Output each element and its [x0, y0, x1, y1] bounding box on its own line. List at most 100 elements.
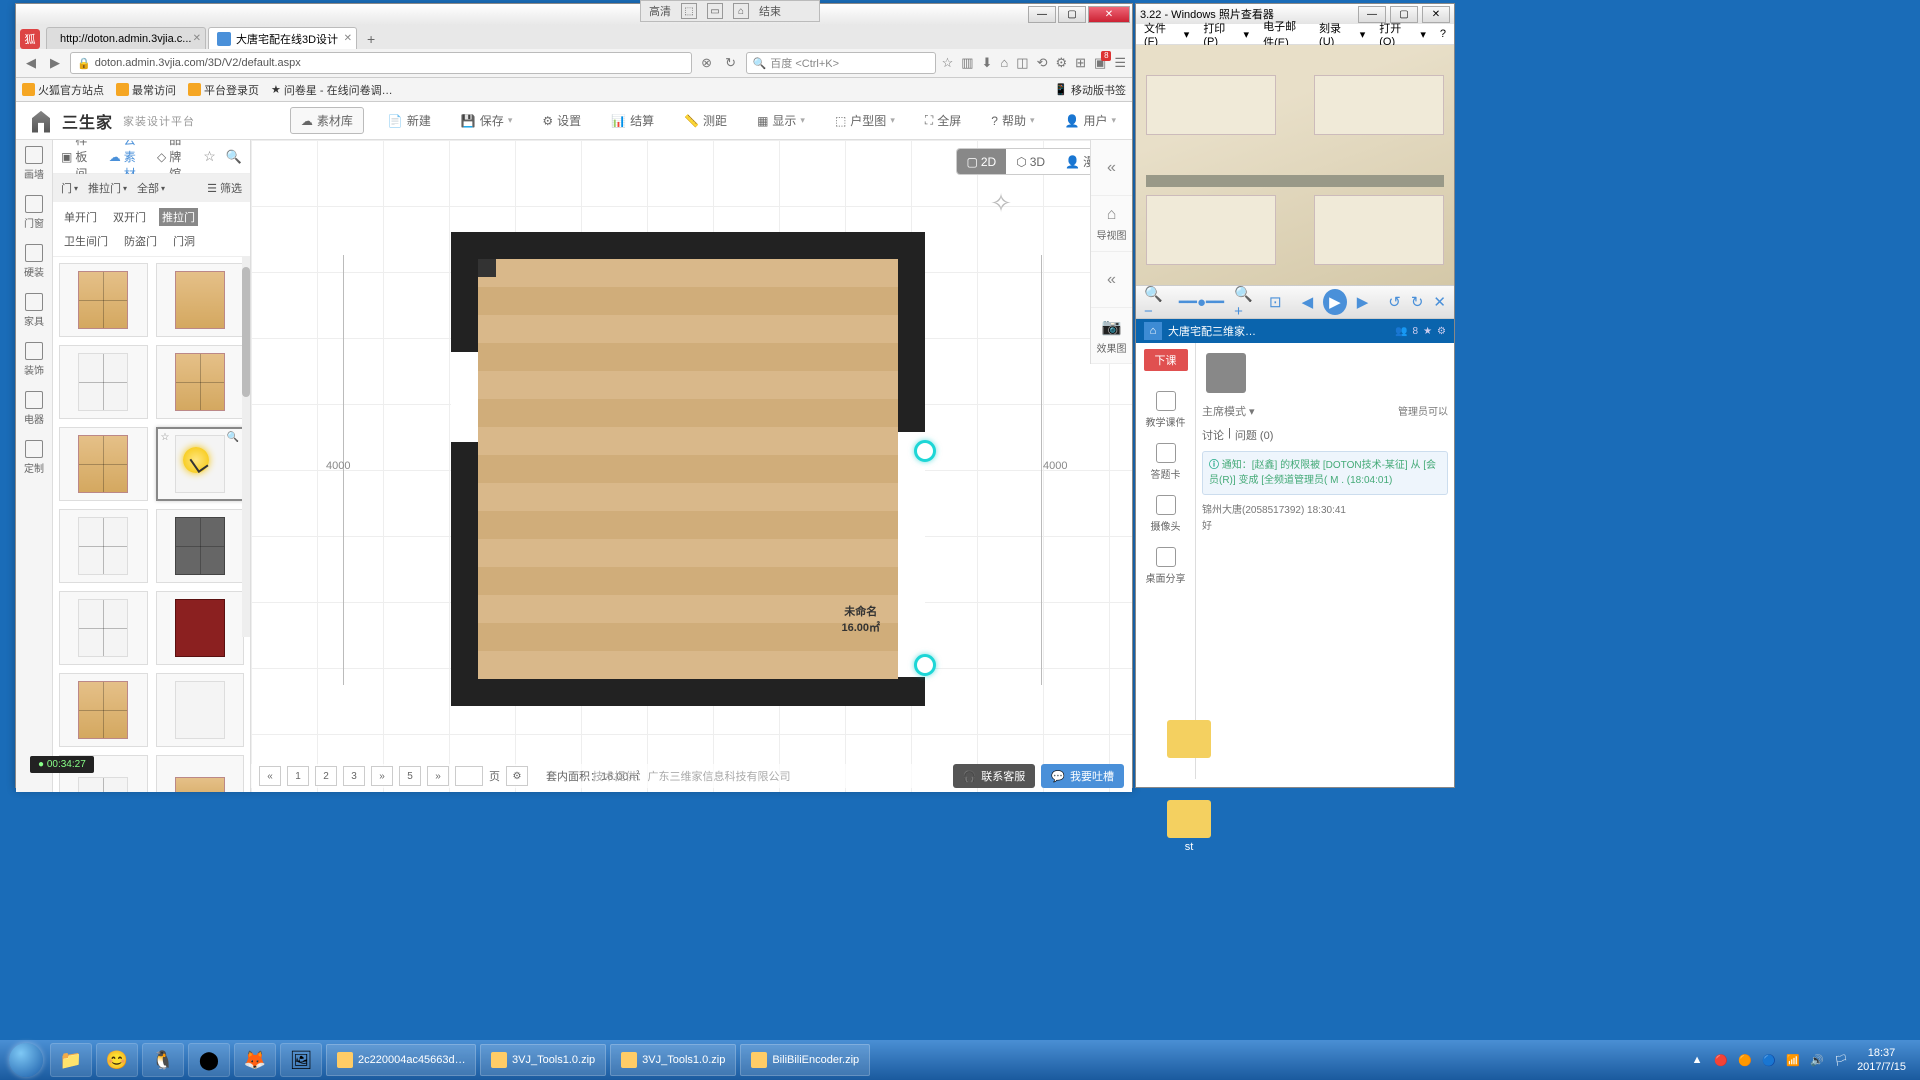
tab-close-icon[interactable]: ✕ — [344, 33, 352, 44]
page-input[interactable]: 5 — [399, 766, 421, 786]
taskbar-item[interactable]: 2c220004ac45663d… — [326, 1044, 476, 1076]
zoom-out-icon[interactable]: 🔍− — [1144, 285, 1169, 320]
bookmark-item[interactable]: ★问卷星 - 在线问卷调… — [271, 82, 393, 98]
contact-button[interactable]: 🎧联系客服 — [953, 764, 1036, 788]
chip-bathroom[interactable]: 卫生间门 — [61, 232, 111, 250]
help-icon[interactable]: ? — [1440, 28, 1446, 40]
search-icon[interactable]: 🔍 — [226, 149, 242, 165]
door-thumb[interactable] — [59, 591, 148, 665]
fit-icon[interactable]: ⊡ — [1269, 293, 1282, 311]
door-thumb[interactable] — [156, 755, 245, 792]
library-button[interactable]: ☁素材库 — [290, 107, 364, 134]
back-button[interactable]: ◀ — [22, 54, 40, 72]
desktop-folder[interactable]: st — [1165, 800, 1213, 853]
door-thumb[interactable] — [59, 345, 148, 419]
devtools-icon[interactable]: ⚙ — [1055, 55, 1067, 71]
settings-icon[interactable]: ⚙ — [1437, 326, 1446, 337]
new-tab-button[interactable]: + — [359, 29, 383, 49]
menu-file[interactable]: 文件(F) — [1144, 20, 1170, 48]
plan-button[interactable]: ⬚户型图▾ — [829, 109, 901, 132]
sc-win-icon[interactable]: ▭ — [707, 3, 723, 19]
next-icon[interactable]: ▶ — [1357, 293, 1369, 311]
filter-slide[interactable]: 推拉门▾ — [88, 180, 127, 196]
scrollbar-handle[interactable] — [242, 267, 250, 397]
menu-burn[interactable]: 刻录(U) — [1319, 20, 1346, 48]
rail-appliance[interactable]: 电器 — [24, 391, 44, 426]
rotate-ccw-icon[interactable]: ↺ — [1388, 293, 1401, 311]
door-thumb[interactable] — [156, 263, 245, 337]
checkout-button[interactable]: 📊结算 — [605, 109, 660, 132]
search-input[interactable]: 🔍 百度 <Ctrl+K> — [746, 52, 936, 74]
rail-hard[interactable]: 硬装 — [24, 244, 44, 279]
addon-icon[interactable]: ⊞ — [1075, 55, 1086, 71]
door-thumb[interactable] — [156, 509, 245, 583]
rail-door[interactable]: 门窗 — [24, 195, 44, 230]
tab-close-icon[interactable]: ✕ — [193, 33, 201, 44]
window-titlebar[interactable]: — ▢ ✕ — [16, 4, 1132, 25]
page-2[interactable]: 2 — [315, 766, 337, 786]
sc-rec-icon[interactable]: ⬚ — [681, 3, 697, 19]
help-button[interactable]: ?帮助▾ — [985, 109, 1040, 132]
pocket-icon[interactable]: ▥ — [961, 55, 973, 71]
tray-app-icon[interactable]: 🔴 — [1713, 1052, 1729, 1068]
wall-opening[interactable] — [451, 352, 478, 442]
new-button[interactable]: 📄新建 — [382, 109, 437, 132]
menu-open[interactable]: 打开(O) — [1379, 20, 1406, 48]
bookmark-item[interactable]: 最常访问 — [116, 82, 176, 98]
page-first[interactable]: « — [259, 766, 281, 786]
scrollbar-track[interactable] — [242, 257, 250, 637]
page-1[interactable]: 1 — [287, 766, 309, 786]
zoom-range[interactable]: ━━●━━ — [1179, 293, 1224, 311]
filter-door[interactable]: 门▾ — [61, 180, 78, 196]
door-thumb[interactable] — [59, 263, 148, 337]
sc-home-icon[interactable]: ⌂ — [733, 3, 749, 19]
app-icon[interactable]: 🐧 — [142, 1043, 184, 1077]
maximize-button[interactable]: ▢ — [1058, 6, 1086, 23]
tab-discuss[interactable]: 讨论 — [1202, 427, 1224, 443]
zoom-in-icon[interactable]: 🔍+ — [1234, 285, 1259, 320]
door-thumb[interactable] — [156, 591, 245, 665]
forward-button[interactable]: ▶ — [46, 54, 64, 72]
filter-all[interactable]: 全部▾ — [137, 180, 165, 196]
filter-button[interactable]: ☰筛选 — [207, 180, 242, 196]
tray-network-icon[interactable]: 📶 — [1785, 1052, 1801, 1068]
delete-icon[interactable]: ✕ — [1433, 293, 1446, 311]
app-icon[interactable]: 😊 — [96, 1043, 138, 1077]
menu-print[interactable]: 打印(P) — [1203, 20, 1229, 48]
page-last[interactable]: » — [371, 766, 393, 786]
room-floor[interactable] — [478, 259, 898, 679]
chip-security[interactable]: 防盗门 — [121, 232, 160, 250]
tray-up-icon[interactable]: ▲ — [1689, 1052, 1705, 1068]
tray-volume-icon[interactable]: 🔊 — [1809, 1052, 1825, 1068]
chip-single[interactable]: 单开门 — [61, 208, 100, 226]
channel-home-icon[interactable]: ⌂ — [1144, 322, 1162, 340]
courseware-button[interactable]: 教学课件 — [1146, 391, 1186, 429]
clock[interactable]: 18:37 2017/7/15 — [1857, 1046, 1906, 1075]
effect-button[interactable]: 📷效果图 — [1091, 308, 1132, 364]
page-go[interactable]: » — [427, 766, 449, 786]
feedback-button[interactable]: 💬我要吐槽 — [1041, 764, 1124, 788]
wall-node[interactable] — [914, 654, 936, 676]
tray-app-icon[interactable]: 🟠 — [1737, 1052, 1753, 1068]
rail-decor[interactable]: 装饰 — [24, 342, 44, 377]
room[interactable]: 未命名 16.00㎡ — [451, 232, 925, 706]
settings-button[interactable]: ⚙设置 — [536, 109, 587, 132]
url-input[interactable]: 🔒 doton.admin.3vjia.com/3D/V2/default.as… — [70, 52, 692, 74]
close-button[interactable]: ✕ — [1422, 6, 1450, 23]
page-3[interactable]: 3 — [343, 766, 365, 786]
obs-icon[interactable]: ⬤ — [188, 1043, 230, 1077]
bookmark-item[interactable]: 火狐官方站点 — [22, 82, 104, 98]
chip-double[interactable]: 双开门 — [110, 208, 149, 226]
firefox-icon[interactable]: 🦊 — [234, 1043, 276, 1077]
fullscreen-button[interactable]: ⛶全屏 — [919, 109, 967, 132]
prev-icon[interactable]: ◀ — [1302, 293, 1314, 311]
door-thumb[interactable] — [59, 509, 148, 583]
desktop-folder[interactable] — [1165, 720, 1213, 761]
compass-icon[interactable]: ✧ — [980, 182, 1022, 224]
shield-icon[interactable]: ⊗ — [698, 54, 716, 72]
star-icon[interactable]: ☆ — [161, 432, 170, 443]
nav-view-button[interactable]: ⌂导视图 — [1091, 196, 1132, 252]
display-button[interactable]: ▦显示▾ — [751, 109, 811, 132]
tab-question[interactable]: 问题 (0) — [1235, 427, 1274, 443]
photoviewer-icon[interactable]: 🖼 — [280, 1043, 322, 1077]
